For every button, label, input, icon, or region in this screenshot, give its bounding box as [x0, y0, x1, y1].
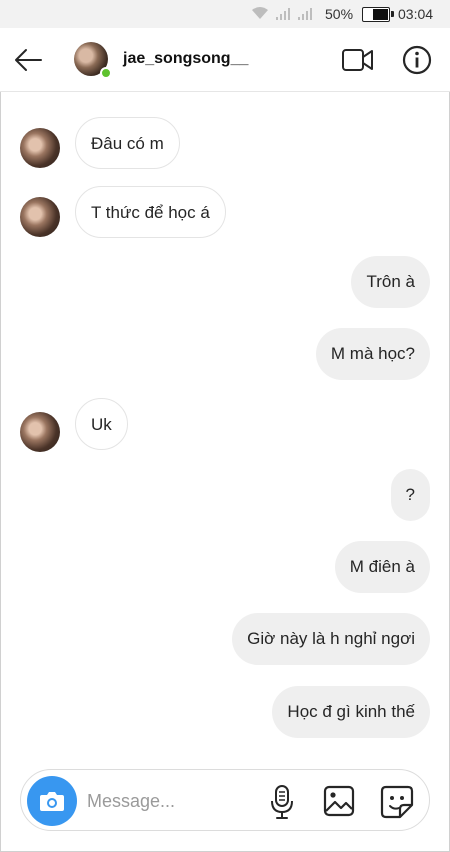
message-incoming[interactable]: Đâu có m: [75, 117, 180, 169]
message-composer: [20, 769, 430, 831]
sticker-icon[interactable]: [380, 785, 414, 819]
message-incoming[interactable]: Uk: [75, 398, 128, 450]
status-time: 03:04: [398, 6, 434, 22]
message-outgoing[interactable]: Học đ gì kinh thế: [272, 686, 430, 738]
chat-header: jae_songsong__: [0, 28, 450, 92]
sender-avatar[interactable]: [20, 128, 60, 168]
signal-icon: [276, 8, 290, 20]
status-bar: 50% 03:04: [0, 0, 450, 28]
gallery-icon[interactable]: [323, 785, 355, 817]
info-icon[interactable]: [402, 45, 432, 75]
message-incoming[interactable]: T thức để học á: [75, 186, 226, 238]
battery-icon: [362, 7, 394, 22]
signal-icon: [298, 8, 312, 20]
battery-percent: 50%: [325, 6, 354, 22]
sender-avatar[interactable]: [20, 197, 60, 237]
message-outgoing[interactable]: M mà học?: [315, 328, 430, 380]
message-input[interactable]: [87, 784, 257, 818]
message-outgoing[interactable]: Giờ này là h nghỉ ngơi: [232, 613, 430, 665]
video-call-icon[interactable]: [341, 47, 375, 73]
online-status-indicator: [100, 67, 112, 79]
sender-avatar[interactable]: [20, 412, 60, 452]
message-outgoing[interactable]: ?: [390, 469, 430, 521]
contact-username[interactable]: jae_songsong__: [123, 50, 248, 68]
message-outgoing[interactable]: Trôn à: [351, 256, 430, 308]
wifi-icon: [252, 7, 268, 19]
message-outgoing[interactable]: M điên à: [334, 541, 430, 593]
camera-button[interactable]: [27, 776, 77, 826]
microphone-icon[interactable]: [269, 784, 295, 820]
back-arrow-icon[interactable]: [14, 46, 44, 74]
camera-icon: [40, 792, 64, 811]
